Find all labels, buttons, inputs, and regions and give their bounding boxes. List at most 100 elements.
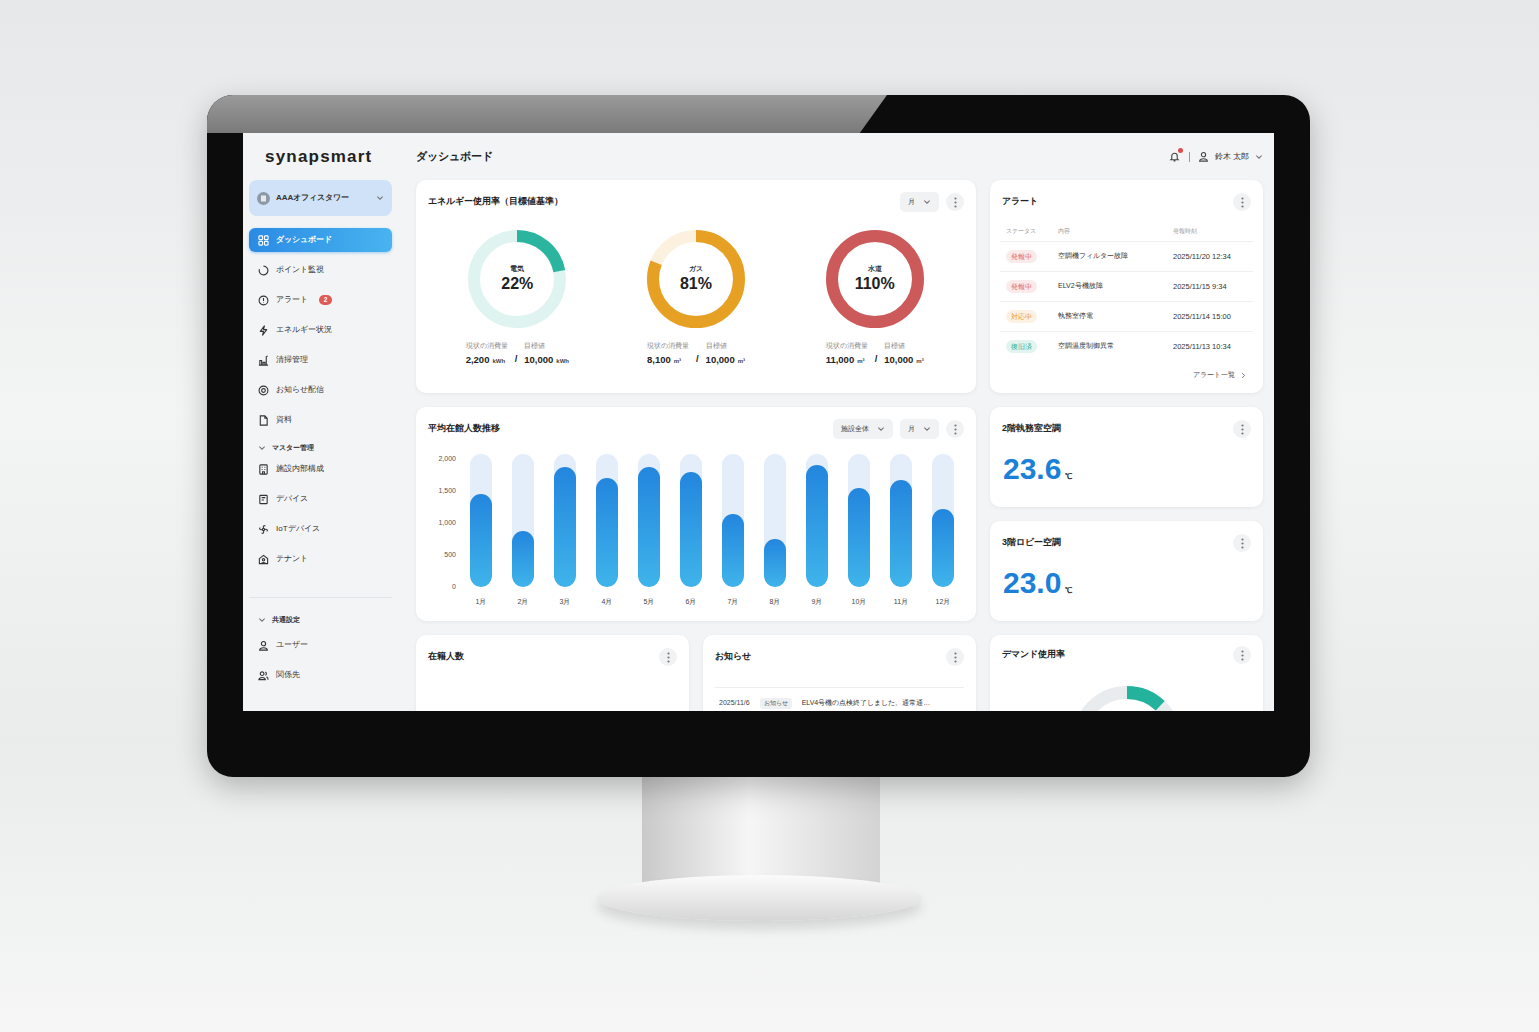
- notification-button[interactable]: [1169, 151, 1181, 163]
- target-value: 10,000m³: [706, 353, 745, 367]
- bar[interactable]: [512, 531, 534, 587]
- bar-track: [890, 454, 912, 587]
- card-header: 在籍人数: [416, 646, 689, 668]
- facility-avatar-icon: [257, 192, 270, 205]
- bar[interactable]: [806, 465, 828, 587]
- sidebar-item[interactable]: 関係先: [249, 663, 392, 687]
- bar[interactable]: [638, 467, 660, 587]
- donut-center: 水道110%: [826, 230, 924, 328]
- demand-donut: [1072, 686, 1182, 711]
- more-button[interactable]: [1233, 193, 1251, 211]
- target-label: 目標値: [706, 341, 745, 351]
- dropdown-value: 月: [908, 424, 915, 435]
- news-row[interactable]: 2025/11/6お知らせELV4号機の点検終了しました。通常通…: [703, 694, 976, 711]
- sidebar-section-header[interactable]: 共通設定: [249, 610, 392, 630]
- alert-row[interactable]: 復旧済空調温度制御異常2025/11/13 10:34: [1000, 331, 1253, 361]
- sidebar-item[interactable]: アラート2: [249, 288, 392, 312]
- card-header: お知らせ: [703, 646, 976, 668]
- kebab-icon: [1241, 197, 1244, 208]
- temperature-reading: 23.6℃: [990, 454, 1263, 484]
- more-button[interactable]: [1233, 646, 1251, 664]
- bar-column: 3月: [544, 454, 586, 608]
- broadcast-icon: [258, 385, 269, 396]
- more-button[interactable]: [1233, 420, 1251, 438]
- monitor-stand: [642, 777, 880, 885]
- alert-row[interactable]: 対応中執務室停電2025/11/14 15:00: [1000, 301, 1253, 331]
- meter-percent: 110%: [855, 274, 895, 293]
- card-title: 2階執務室空調: [1002, 422, 1061, 436]
- current-value: 2,200kWh: [466, 353, 508, 367]
- bar[interactable]: [890, 480, 912, 587]
- bar-track: [680, 454, 702, 587]
- dropdown[interactable]: 施設全体: [833, 419, 893, 439]
- sidebar-item[interactable]: ポイント監視: [249, 258, 392, 282]
- current-label: 現状の消費量: [647, 341, 689, 351]
- kebab-icon: [1241, 538, 1244, 549]
- dropdown[interactable]: 月: [900, 192, 939, 212]
- kebab-icon: [954, 652, 957, 663]
- dropdown[interactable]: 月: [900, 419, 939, 439]
- sidebar-divider: [249, 597, 392, 598]
- more-button[interactable]: [946, 193, 964, 211]
- sidebar-item[interactable]: デバイス: [249, 487, 392, 511]
- contacts-icon: [258, 670, 269, 681]
- temperature-value: 23.0: [1003, 568, 1061, 598]
- bar[interactable]: [764, 539, 786, 587]
- facility-selector[interactable]: AAAオフィスタワー: [249, 180, 392, 216]
- temperature-unit: ℃: [1065, 585, 1072, 597]
- alert-table: 発報中空調機フィルター故障2025/11/20 12:34発報中ELV2号機故障…: [1000, 241, 1253, 361]
- bar-track: [806, 454, 828, 587]
- sidebar-item[interactable]: エネルギー状況: [249, 318, 392, 342]
- bar[interactable]: [596, 478, 618, 587]
- more-button[interactable]: [659, 648, 677, 666]
- bar[interactable]: [932, 509, 954, 587]
- more-button[interactable]: [1233, 534, 1251, 552]
- sidebar-item[interactable]: ユーザー: [249, 633, 392, 657]
- alert-row[interactable]: 発報中ELV2号機故障2025/11/15 9:34: [1000, 271, 1253, 301]
- bar[interactable]: [722, 514, 744, 587]
- sidebar-item[interactable]: 施設内部構成: [249, 457, 392, 481]
- y-axis: 2,0001,5001,0005000: [428, 454, 456, 587]
- dropdown-value: 施設全体: [841, 424, 869, 435]
- alert-list-link[interactable]: アラート一覧: [990, 369, 1263, 381]
- bar-track: [470, 454, 492, 587]
- sidebar-item[interactable]: ダッシュボード: [249, 228, 392, 252]
- target-usage: 目標値10,000m³: [884, 341, 923, 367]
- link-text: アラート一覧: [1193, 370, 1235, 381]
- card-title: エネルギー使用率（目標値基準）: [428, 195, 563, 209]
- sidebar-section-header[interactable]: マスター管理: [249, 438, 392, 458]
- energy-donut: ガス81%: [647, 230, 745, 328]
- sidebar-item[interactable]: 資料: [249, 408, 392, 432]
- status-badge: 発報中: [1006, 250, 1037, 264]
- meter-percent: 22%: [501, 274, 533, 293]
- bar-column: 11月: [880, 454, 922, 608]
- chevron-down-icon: [877, 425, 885, 433]
- bar[interactable]: [848, 488, 870, 587]
- temperature-column: 2階執務室空調23.6℃3階ロビー空調23.0℃: [990, 407, 1263, 621]
- energy-meter: ガス81%現状の消費量8,100m³/目標値10,000m³: [607, 230, 786, 367]
- sidebar-item[interactable]: IoTデバイス: [249, 517, 392, 541]
- more-button[interactable]: [946, 420, 964, 438]
- donut-center: 電気22%: [468, 230, 566, 328]
- tenant-icon: [258, 554, 269, 565]
- alert-content: 空調温度制御異常: [1058, 341, 1173, 352]
- sidebar-item[interactable]: 清掃管理: [249, 348, 392, 372]
- bar-track: [512, 454, 534, 587]
- more-button[interactable]: [946, 648, 964, 666]
- user-menu[interactable]: 鈴木 太郎: [1198, 151, 1263, 163]
- sidebar-item[interactable]: お知らせ配信: [249, 378, 392, 402]
- header: ダッシュボード鈴木 太郎: [416, 133, 1263, 180]
- unit: m³: [674, 357, 681, 366]
- sidebar-item[interactable]: テナント: [249, 547, 392, 571]
- bar[interactable]: [554, 467, 576, 587]
- card-title: デマンド使用率: [1002, 648, 1065, 662]
- donut-fill: [474, 236, 560, 322]
- sidebar-item-label: デバイス: [276, 493, 308, 505]
- bar[interactable]: [470, 494, 492, 587]
- sidebar-item-label: IoTデバイス: [276, 523, 320, 535]
- bar-column: 5月: [628, 454, 670, 608]
- bar[interactable]: [680, 472, 702, 587]
- y-tick-label: 500: [444, 550, 456, 561]
- alert-row[interactable]: 発報中空調機フィルター故障2025/11/20 12:34: [1000, 241, 1253, 271]
- sidebar-item-label: 清掃管理: [276, 354, 308, 366]
